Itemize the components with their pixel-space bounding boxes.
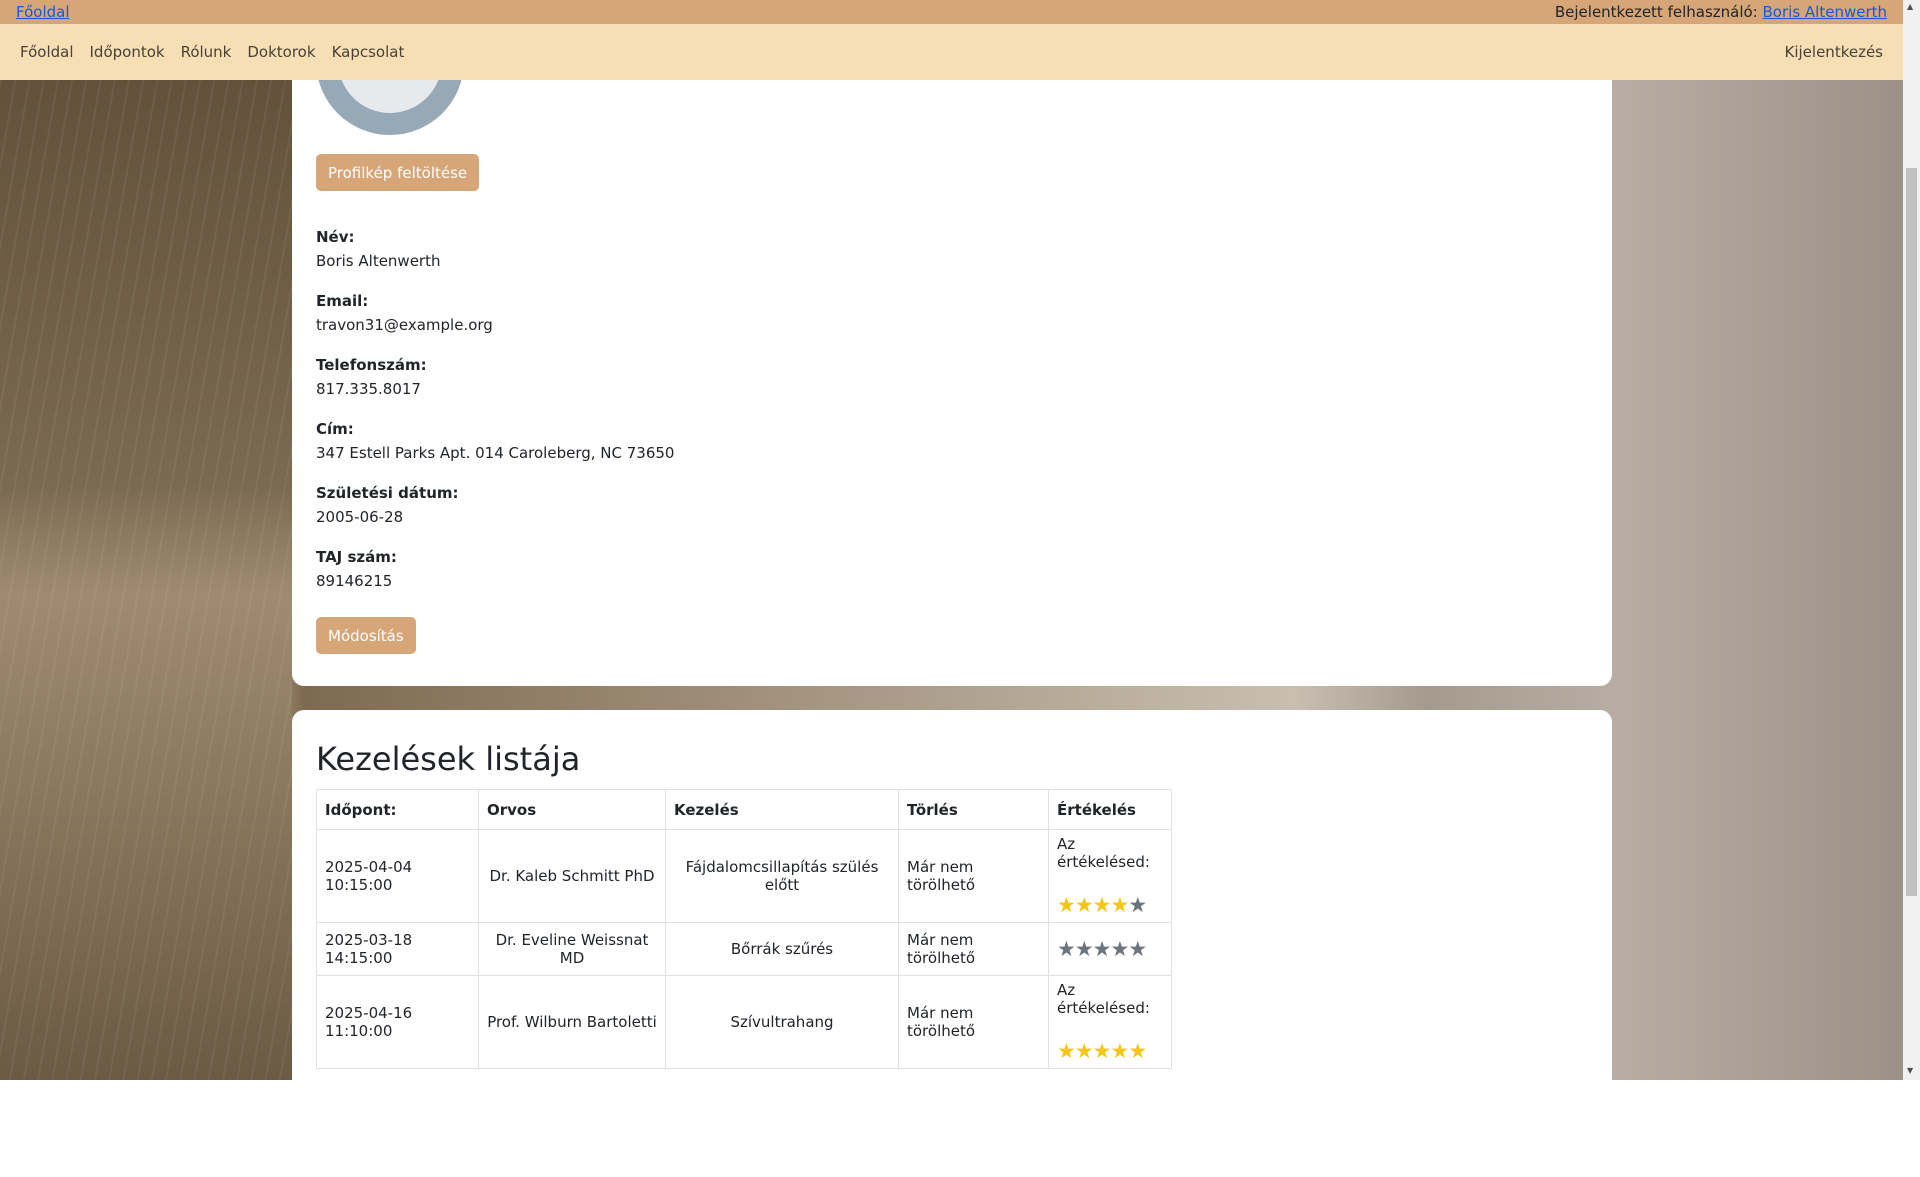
star-icon[interactable]: ★ [1057, 937, 1076, 961]
treatments-table: Időpont: Orvos Kezelés Törlés Értékelés 2025… [316, 789, 1172, 1069]
date-cell: 2025-04-16 11:10:00 [316, 975, 479, 1069]
rating-cell: Az értékelésed: ★★★★★ [1048, 829, 1172, 923]
doctor-cell: Dr. Kaleb Schmitt PhD [478, 829, 666, 923]
star-icon[interactable]: ★ [1110, 937, 1129, 961]
user-link[interactable]: Boris Altenwerth [1763, 3, 1887, 21]
star-icon[interactable]: ★ [1110, 1039, 1129, 1063]
nav-contact[interactable]: Kapcsolat [332, 43, 405, 61]
column-header: Kezelés [665, 789, 899, 830]
column-header: Törlés [898, 789, 1049, 830]
field-value: 817.335.8017 [316, 380, 421, 398]
top-bar: Főoldal Bejelentkezett felhasználó: Bori… [0, 0, 1903, 24]
delete-cell: Már nem törölhető [898, 922, 1049, 976]
date-cell: 2025-03-18 14:15:00 [316, 922, 479, 976]
rating-stars[interactable]: ★★★★★ [1057, 937, 1163, 961]
rating-cell: Az értékelésed: ★★★★★ [1048, 975, 1172, 1069]
nav-home[interactable]: Főoldal [20, 43, 74, 61]
nav-about[interactable]: Rólunk [181, 43, 232, 61]
treatment-cell: Fájdalomcsillapítás szülés előtt [665, 829, 899, 923]
column-header: Értékelés [1048, 789, 1172, 830]
field-label: Név: [316, 228, 355, 246]
delete-cell: Már nem törölhető [898, 829, 1049, 923]
scrollbar-thumb[interactable] [1906, 168, 1917, 896]
navbar: Főoldal Időpontok Rólunk Doktorok Kapcso… [0, 24, 1903, 80]
logout-link[interactable]: Kijelentkezés [1785, 43, 1883, 61]
star-icon[interactable]: ★ [1093, 893, 1112, 917]
field-label: TAJ szám: [316, 548, 397, 566]
nav-appointments[interactable]: Időpontok [90, 43, 165, 61]
star-icon[interactable]: ★ [1128, 937, 1147, 961]
star-icon[interactable]: ★ [1075, 937, 1094, 961]
field-label: Telefonszám: [316, 356, 427, 374]
profile-field: Cím: 347 Estell Parks Apt. 014 Caroleberg… [316, 420, 674, 462]
table-row: 2025-03-18 14:15:00 Dr. Eveline Weissnat… [316, 922, 1172, 976]
star-icon[interactable]: ★ [1110, 893, 1129, 917]
edit-button[interactable]: Módosítás [316, 617, 416, 654]
treatment-cell: Szívultrahang [665, 975, 899, 1069]
field-value: 347 Estell Parks Apt. 014 Caroleberg, NC… [316, 444, 675, 462]
table-row: 2025-04-04 10:15:00 Dr. Kaleb Schmitt Ph… [316, 829, 1172, 923]
star-icon[interactable]: ★ [1093, 937, 1112, 961]
field-value: 89146215 [316, 572, 393, 590]
rating-stars[interactable]: ★★★★★ [1057, 1039, 1163, 1063]
profile-field: Email: travon31@example.org [316, 292, 493, 334]
rating-label: Az értékelésed: [1057, 981, 1150, 1017]
field-value: Boris Altenwerth [316, 252, 441, 270]
scroll-down-icon[interactable]: ▼ [1907, 1066, 1913, 1075]
star-icon[interactable]: ★ [1128, 1039, 1147, 1063]
doctor-cell: Dr. Eveline Weissnat MD [478, 922, 666, 976]
logged-in-label: Bejelentkezett felhasználó: [1554, 3, 1758, 21]
column-header: Orvos [478, 789, 666, 830]
nav-doctors[interactable]: Doktorok [247, 43, 315, 61]
star-icon[interactable]: ★ [1057, 1039, 1076, 1063]
scroll-up-icon[interactable]: ▲ [1907, 2, 1913, 11]
profile-field: Születési dátum: 2005-06-28 [316, 484, 459, 526]
treatment-cell: Bőrrák szűrés [665, 922, 899, 976]
treatments-title: Kezelések listája [316, 740, 581, 778]
scrollbar[interactable]: ▲ ▼ [1903, 0, 1920, 1080]
upload-profile-picture-button[interactable]: Profilkép feltöltése [316, 154, 480, 191]
rating-label: Az értékelésed: [1057, 835, 1150, 871]
star-icon[interactable]: ★ [1093, 1039, 1112, 1063]
star-icon[interactable]: ★ [1075, 893, 1094, 917]
delete-cell: Már nem törölhető [898, 975, 1049, 1069]
field-label: Email: [316, 292, 369, 310]
rating-cell: ★★★★★ [1048, 922, 1172, 976]
field-value: 2005-06-28 [316, 508, 404, 526]
profile-field: Telefonszám: 817.335.8017 [316, 356, 427, 398]
star-icon[interactable]: ★ [1128, 893, 1147, 917]
table-row: 2025-04-16 11:10:00 Prof. Wilburn Bartol… [316, 975, 1172, 1069]
home-link[interactable]: Főoldal [16, 3, 70, 21]
profile-field: Név: Boris Altenwerth [316, 228, 440, 270]
star-icon[interactable]: ★ [1075, 1039, 1094, 1063]
star-icon[interactable]: ★ [1057, 893, 1076, 917]
doctor-cell: Prof. Wilburn Bartoletti [478, 975, 666, 1069]
field-value: travon31@example.org [316, 316, 493, 334]
column-header: Időpont: [316, 789, 479, 830]
field-label: Születési dátum: [316, 484, 459, 502]
viewport: Profilkép feltöltése Név: Boris Altenwert… [0, 0, 1903, 1080]
field-label: Cím: [316, 420, 354, 438]
date-cell: 2025-04-04 10:15:00 [316, 829, 479, 923]
profile-card [292, 40, 1612, 686]
profile-field: TAJ szám: 89146215 [316, 548, 397, 590]
rating-stars[interactable]: ★★★★★ [1057, 893, 1163, 917]
